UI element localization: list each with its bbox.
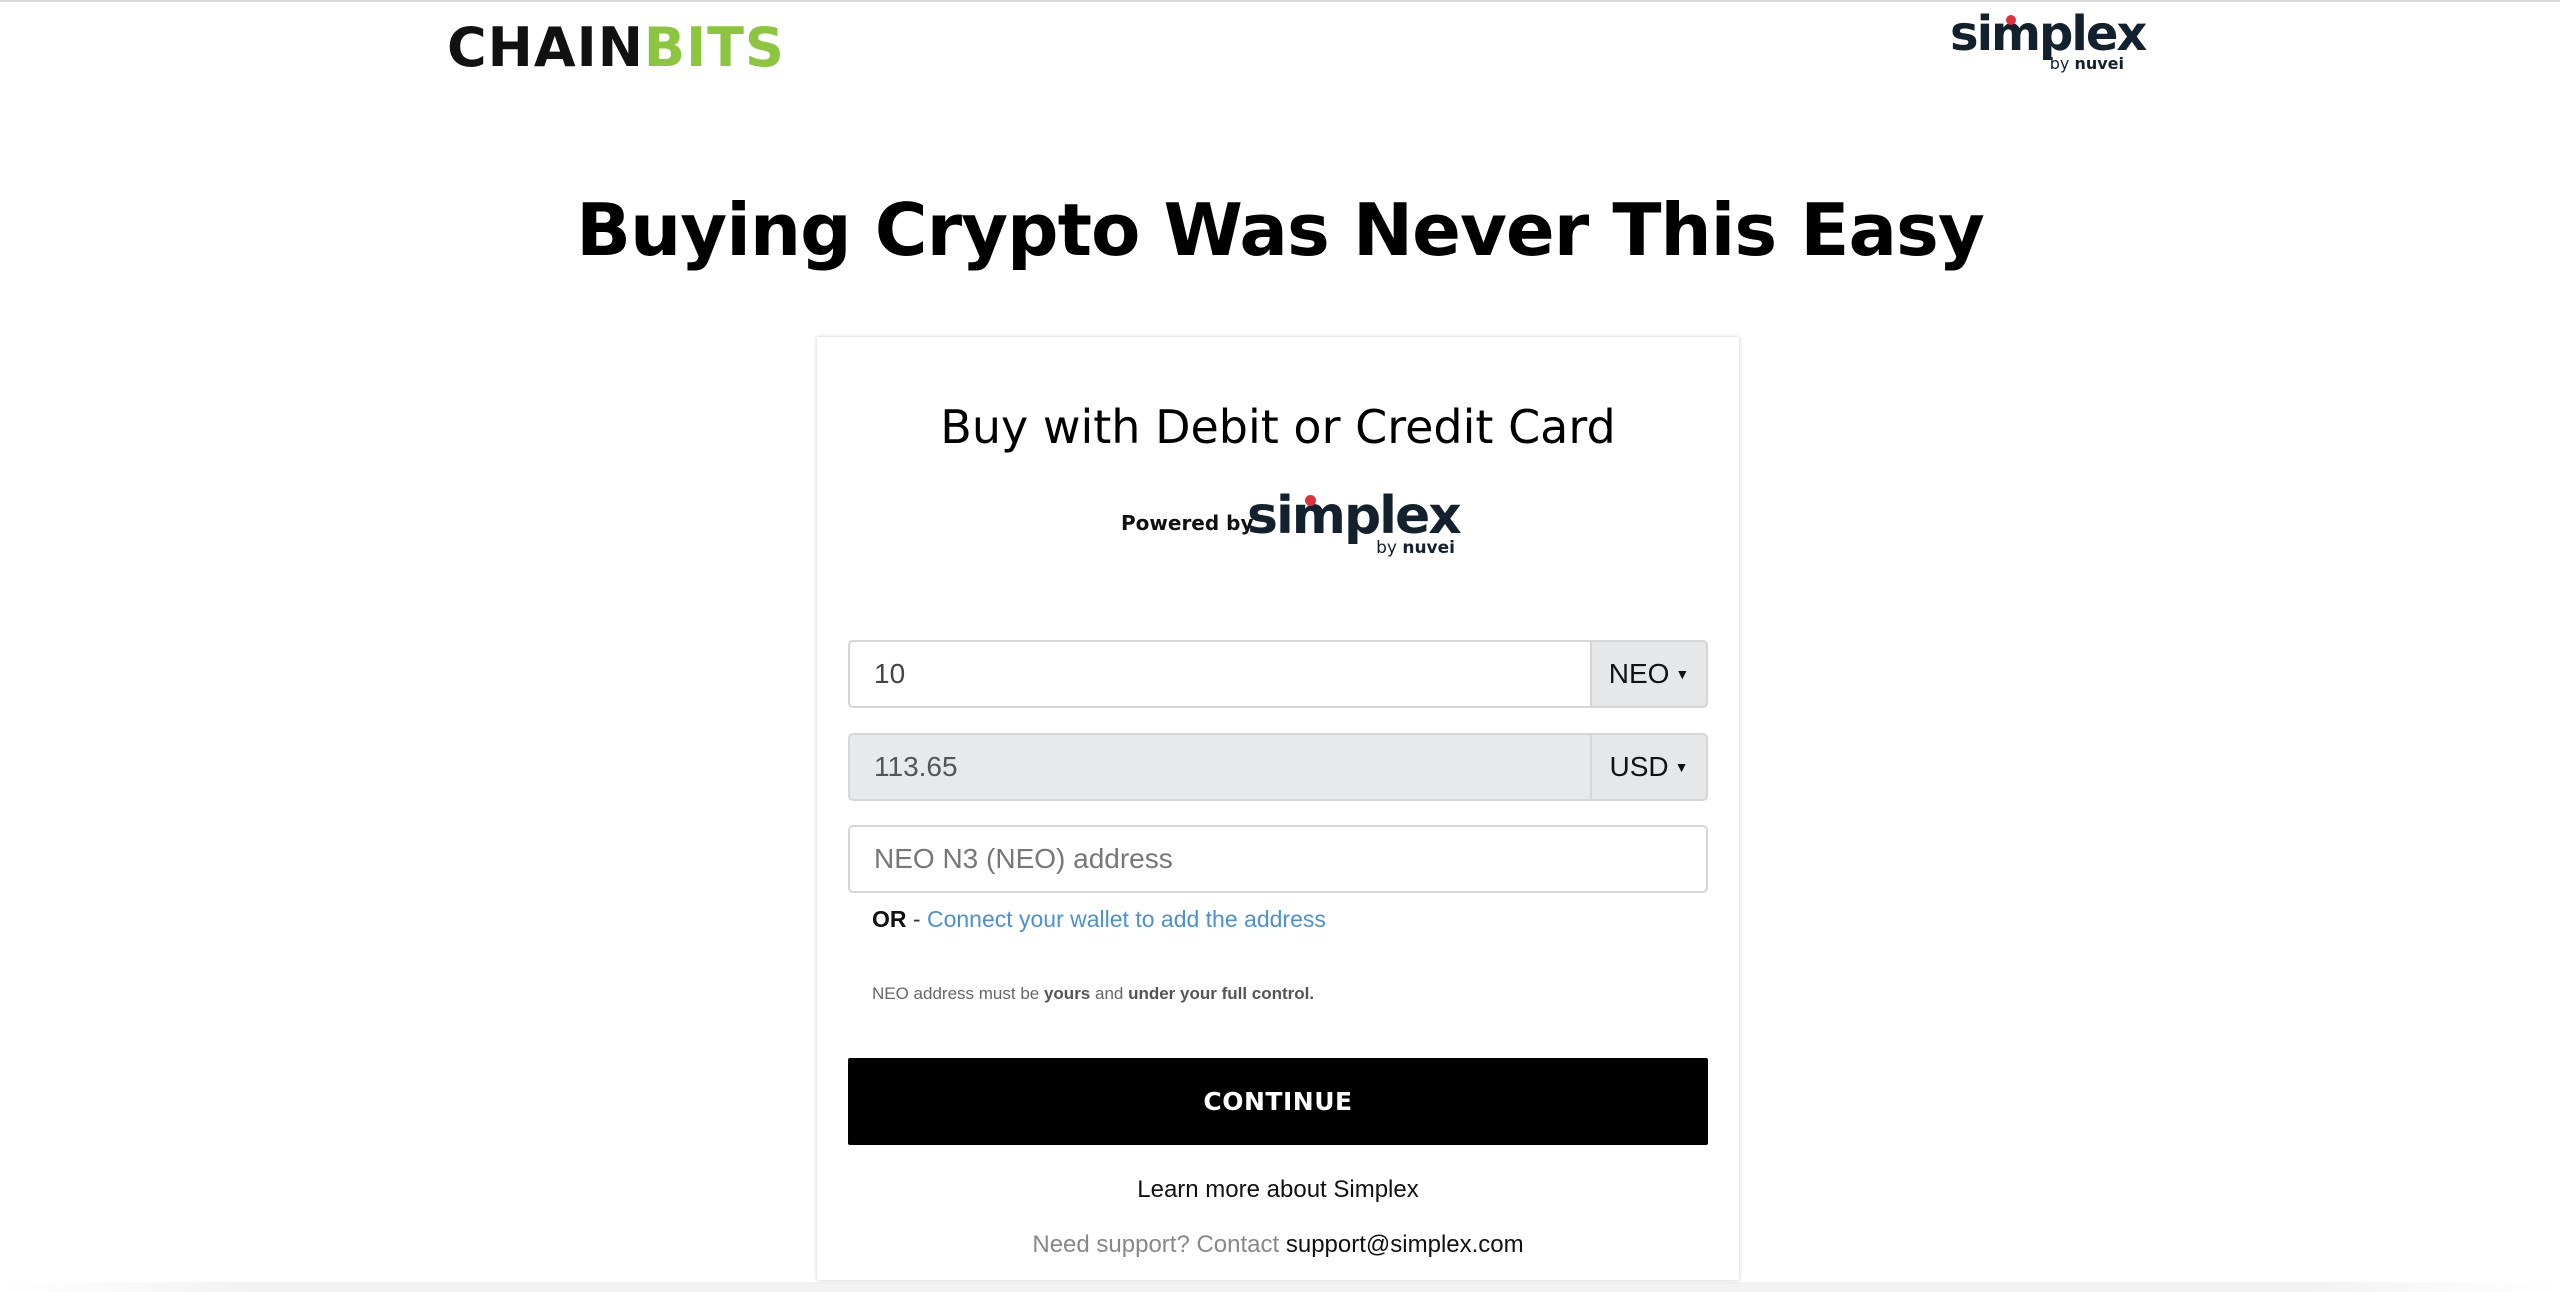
support-line: Need support? Contact support@simplex.co…	[817, 1229, 1739, 1261]
caret-down-icon: ▼	[1674, 759, 1689, 775]
site-header: CHAINBITS simplex by nuvei	[0, 0, 2560, 100]
support-email-link[interactable]: support@simplex.com	[1286, 1231, 1524, 1258]
fiat-amount-input[interactable]	[848, 733, 1590, 801]
simplex-card-logo-text: simplex	[1247, 486, 1462, 546]
crypto-currency-value: NEO	[1608, 658, 1670, 689]
learn-more-link[interactable]: Learn more about Simplex	[817, 1174, 1739, 1206]
brand-name-part1: CHAIN	[447, 16, 644, 79]
card-title: Buy with Debit or Credit Card	[940, 400, 1616, 454]
or-separator: -	[906, 906, 927, 932]
address-disclaimer: NEO address must be yours and under your…	[872, 982, 1314, 1006]
disclaimer-text-2: and	[1090, 984, 1129, 1003]
disclaimer-bold-1: yours	[1043, 984, 1091, 1003]
simplex-header-logo[interactable]: simplex by nuvei	[1950, 8, 2147, 72]
simplex-card-logo-word: simplex	[1247, 487, 1462, 545]
crypto-amount-row: NEO ▼	[848, 640, 1708, 708]
fiat-currency-value: USD	[1609, 751, 1669, 782]
disclaimer-text-1: NEO address must be	[872, 984, 1044, 1003]
crypto-currency-select[interactable]: NEO ▼	[1590, 640, 1708, 708]
bottom-shadow	[0, 1282, 2560, 1292]
buy-card: Buy with Debit or Credit Card Powered by…	[817, 337, 1739, 1280]
fiat-currency-select[interactable]: USD ▼	[1590, 733, 1708, 801]
brand-name-part2: BITS	[643, 16, 785, 79]
connect-wallet-link[interactable]: Connect your wallet to add the address	[927, 906, 1326, 932]
support-text: Need support? Contact	[1032, 1231, 1286, 1258]
caret-down-icon: ▼	[1675, 666, 1690, 682]
simplex-logo-dot	[2006, 15, 2016, 25]
chainbits-logo[interactable]: CHAINBITS	[447, 18, 785, 78]
continue-button[interactable]: CONTINUE	[848, 1058, 1708, 1145]
simplex-logo-word: simplex	[1950, 8, 2147, 60]
simplex-logo-text: simplex	[1950, 6, 2147, 62]
fiat-amount-row: USD ▼	[848, 733, 1708, 801]
powered-by-label: Powered by	[1121, 511, 1254, 535]
powered-by-row: Powered by simplex by nuvei	[817, 487, 1739, 567]
simplex-card-logo: simplex by nuvei	[1247, 487, 1462, 557]
crypto-amount-input[interactable]	[848, 640, 1590, 708]
or-label: OR	[872, 906, 907, 932]
disclaimer-bold-2: under your full control.	[1128, 984, 1315, 1003]
wallet-address-input[interactable]	[848, 825, 1708, 893]
connect-wallet-row: OR - Connect your wallet to add the addr…	[872, 903, 1326, 935]
page-title: Buying Crypto Was Never This Easy	[576, 188, 1985, 272]
simplex-card-logo-dot	[1305, 495, 1316, 506]
